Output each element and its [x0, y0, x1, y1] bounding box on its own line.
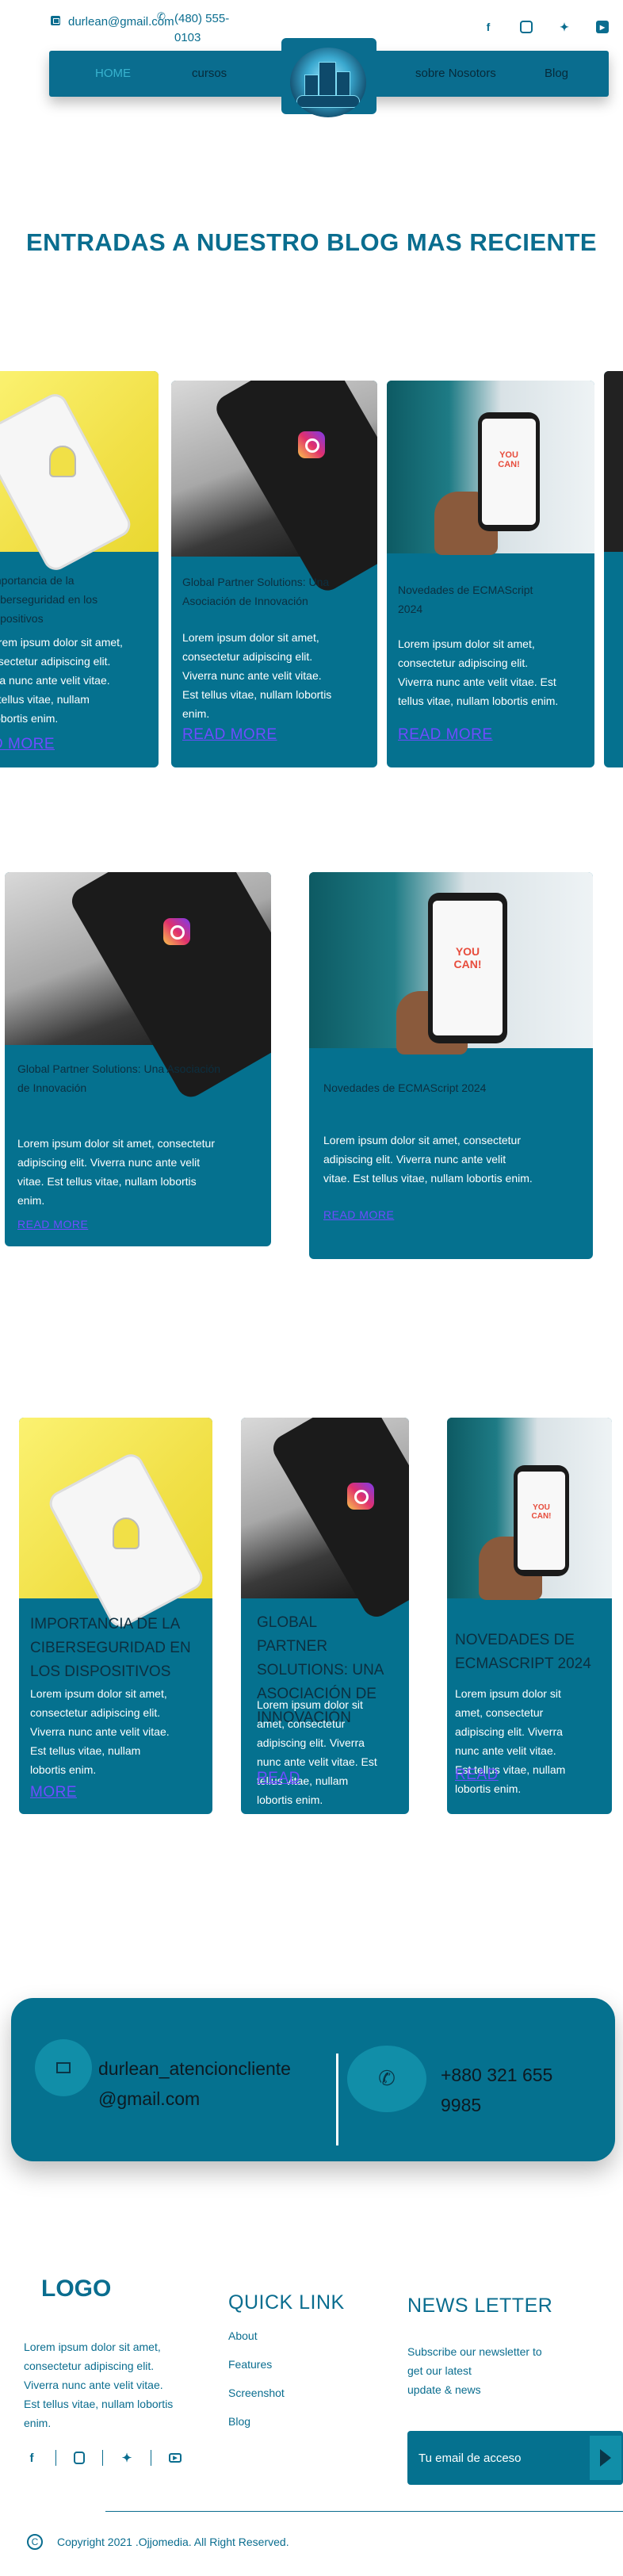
blog-card[interactable]: YOU CAN! Novedades de ECMAScript 2024 Lor…	[309, 872, 593, 1259]
newsletter-submit-button[interactable]	[590, 2436, 621, 2480]
card-image-instagram	[171, 381, 377, 596]
card-title: Novedades de ECMAScript 2024	[398, 584, 533, 615]
facebook-icon[interactable]: f	[482, 21, 495, 33]
site-logo-image[interactable]	[290, 48, 366, 117]
nav-item-home[interactable]: HOME	[95, 67, 131, 80]
mail-icon	[51, 16, 60, 25]
card-read-more[interactable]: READ	[257, 1770, 300, 1787]
card-read-more[interactable]: D MORE	[0, 736, 55, 753]
instagram-icon[interactable]	[74, 2452, 85, 2464]
blog-card[interactable]: GLOBAL PARTNER SOLUTIONS: UNA ASOCIACIÓN…	[241, 1418, 409, 1814]
instagram-icon[interactable]	[520, 21, 533, 33]
blog-card[interactable]: YOU CAN! NOVEDADES DE ECMASCRIPT 2024 Lor…	[447, 1418, 612, 1814]
footer-description: Lorem ipsum dolor sit amet, consectetur …	[24, 2341, 174, 2429]
banner-divider	[336, 2054, 338, 2145]
card-image-instagram	[241, 1418, 409, 1622]
card-text: Lorem ipsum dolor sit amet, consectetur …	[17, 1137, 215, 1207]
card-title: Global Partner Solutions: Una Asociación…	[182, 576, 330, 607]
blog-card[interactable]: Global Partner Solutions: Una Asociación…	[171, 381, 377, 767]
blog-card[interactable]: Global Partner Solutions: Una Asociación…	[5, 872, 271, 1246]
quick-link-list: About Features Screenshot Blog	[228, 2326, 285, 2440]
footer-divider	[105, 2511, 623, 2512]
card-text: Lorem ipsum dolor sit amet, consectetur …	[257, 1698, 377, 1806]
banner-phone[interactable]: +880 321 655 9985	[441, 2060, 552, 2120]
card-text: Lorem ipsum dolor sit amet, consectetur …	[323, 1134, 533, 1185]
phone-icon: ✆	[378, 2067, 396, 2091]
copyright-icon: C	[27, 2534, 43, 2550]
footer-social-divider	[102, 2450, 103, 2466]
copyright-text: Copyright 2021 .Ojjomedia. All Right Res…	[57, 2536, 289, 2548]
mail-icon	[56, 2062, 71, 2073]
banner-phone-circle: ✆	[347, 2046, 426, 2112]
footer-link-features[interactable]: Features	[228, 2355, 285, 2374]
footer-social-divider	[55, 2450, 56, 2466]
nav-item-sobre[interactable]: sobre Nosotors	[415, 67, 496, 80]
blog-card[interactable]: IMPORTANCIA DE LA CIBERSEGURIDAD EN LOS …	[19, 1418, 212, 1814]
card-text: Lorem ipsum dolor sit amet, consectetur …	[398, 637, 559, 707]
quick-link-title: QUICK LINK	[228, 2291, 345, 2314]
card-read-more[interactable]: READ	[455, 1766, 499, 1784]
header-phone[interactable]: ✆ (480) 555-0103	[157, 10, 247, 48]
twitter-icon[interactable]: ✦	[120, 2451, 133, 2465]
card-image-smartphone: YOU CAN!	[387, 381, 594, 555]
header-phone-text: (480) 555-0103	[174, 12, 230, 44]
card-image-smartphone: YOU CAN!	[447, 1418, 612, 1600]
card-read-more[interactable]: READ MORE	[182, 726, 277, 744]
card-title: IMPORTANCIA DE LA CIBERSEGURIDAD EN LOS …	[30, 1616, 191, 1680]
blog-card[interactable]: YOU CAN! Novedades de ECMAScript 2024 Lor…	[387, 381, 594, 767]
card-read-more[interactable]: READ MORE	[398, 726, 493, 744]
card-title: Novedades de ECMAScript 2024	[323, 1081, 487, 1094]
card-title: mportancia de la ciberseguridad en los i…	[0, 574, 98, 625]
card-read-more[interactable]: MORE	[30, 1784, 77, 1801]
card-text: orem ipsum dolor sit amet, nsectetur adi…	[0, 636, 123, 725]
banner-mail-circle	[35, 2039, 92, 2096]
card-image-snapchat	[19, 1418, 212, 1632]
banner-email[interactable]: durlean_atencioncliente @gmail.com	[98, 2054, 291, 2114]
header-email-text: durlean@gmail.com	[68, 15, 174, 29]
newsletter-text: Subscribe our newsletter to get our late…	[407, 2345, 542, 2396]
twitter-icon[interactable]: ✦	[558, 21, 571, 33]
card-title: Global Partner Solutions: Una Asociación…	[17, 1062, 221, 1094]
contact-banner: durlean_atencioncliente @gmail.com ✆ +88…	[11, 1998, 615, 2161]
card-text: Lorem ipsum dolor sit amet, consectetur …	[182, 631, 332, 720]
card-image-instagram	[5, 872, 271, 1102]
blog-card-partial[interactable]	[604, 371, 623, 767]
youtube-icon[interactable]: ▶	[596, 21, 609, 33]
footer-logo[interactable]: LOGO	[41, 2276, 111, 2302]
card-read-more[interactable]: READ MORE	[17, 1218, 88, 1231]
send-arrow-icon	[600, 2449, 611, 2467]
card-text: Lorem ipsum dolor sit amet, consectetur …	[30, 1687, 170, 1776]
footer-socials: f ✦ ▶	[25, 2450, 182, 2466]
header-socials: f ✦ ▶	[482, 21, 609, 33]
nav-item-blog[interactable]: Blog	[545, 67, 568, 80]
header-email[interactable]: durlean@gmail.com	[51, 13, 174, 32]
footer-link-about[interactable]: About	[228, 2326, 285, 2345]
footer-link-screenshot[interactable]: Screenshot	[228, 2383, 285, 2402]
phone-icon: ✆	[157, 11, 166, 23]
facebook-icon[interactable]: f	[25, 2452, 38, 2465]
blog-section-title: ENTRADAS A NUESTRO BLOG MAS RECIENTE	[25, 228, 598, 256]
card-image-smartphone: YOU CAN!	[309, 872, 593, 1055]
card-read-more[interactable]: READ MORE	[323, 1208, 394, 1221]
youtube-icon[interactable]: ▶	[169, 2453, 182, 2463]
footer-link-blog[interactable]: Blog	[228, 2412, 285, 2431]
card-title: NOVEDADES DE ECMASCRIPT 2024	[455, 1632, 591, 1672]
blog-card[interactable]: mportancia de la ciberseguridad en los i…	[0, 371, 159, 767]
card-image-snapchat	[0, 371, 159, 575]
nav-item-cursos[interactable]: cursos	[192, 67, 227, 80]
newsletter-title: NEWS LETTER	[407, 2295, 553, 2317]
